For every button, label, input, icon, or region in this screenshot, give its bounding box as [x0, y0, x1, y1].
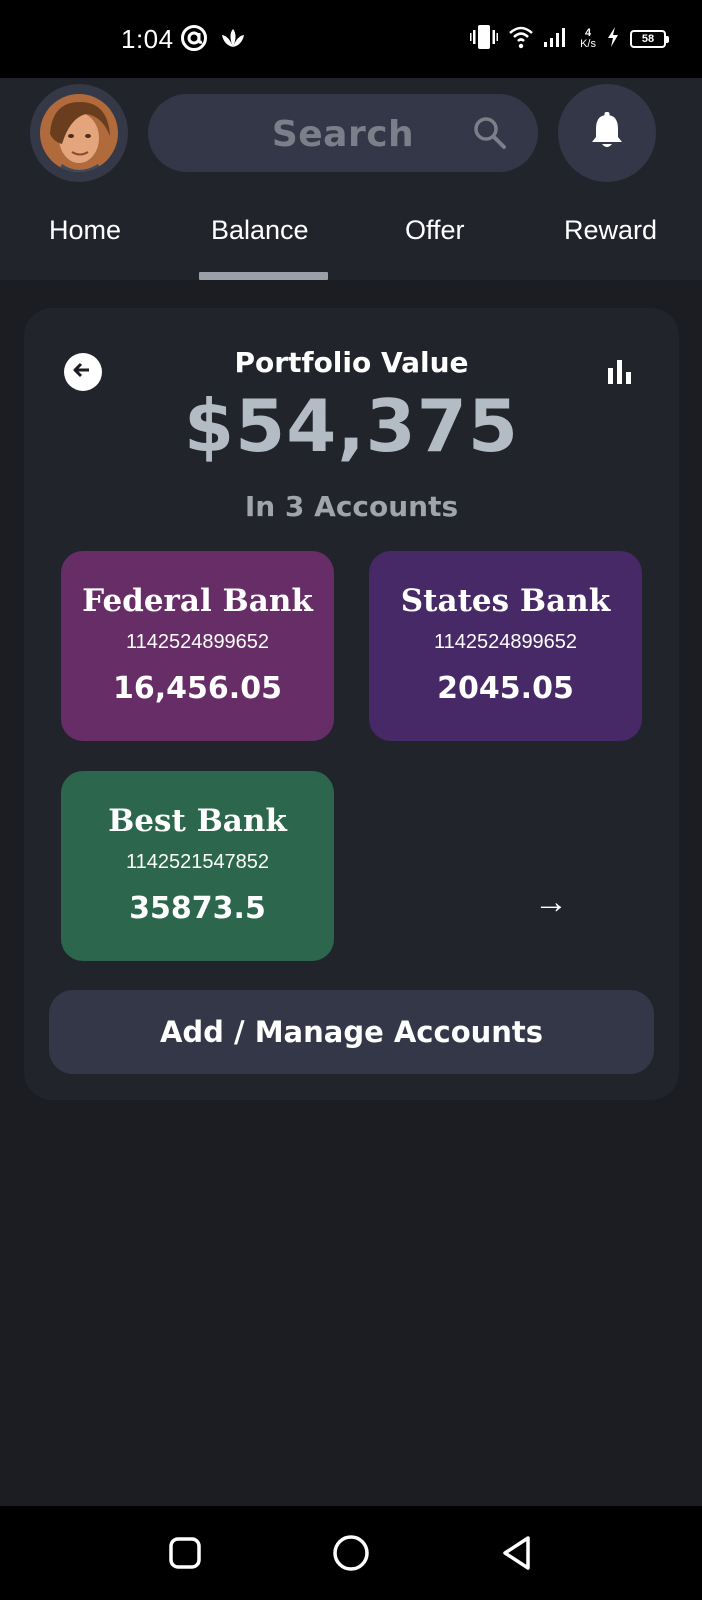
- search-icon[interactable]: [472, 115, 508, 156]
- arrow-right-icon[interactable]: →: [534, 883, 568, 922]
- status-right-group: 4 K/s 58: [470, 22, 669, 56]
- portfolio-label: Portfolio Value: [234, 346, 469, 379]
- avatar-image: [40, 94, 118, 172]
- tab-offer[interactable]: Offer: [405, 215, 465, 246]
- add-manage-accounts-label: Add / Manage Accounts: [159, 1015, 544, 1049]
- account-balance: 35873.5: [129, 891, 266, 926]
- bar-chart-icon[interactable]: [605, 356, 635, 391]
- account-name: Federal Bank: [82, 583, 313, 619]
- lotus-icon: [220, 27, 246, 56]
- signal-icon: [544, 26, 570, 53]
- tab-bar: Home Balance Offer Reward: [0, 211, 702, 267]
- system-nav-bar: [0, 1506, 702, 1600]
- net-speed: 4 K/s: [580, 28, 596, 50]
- tab-balance[interactable]: Balance: [211, 215, 309, 246]
- battery-icon: 58: [630, 30, 669, 48]
- home-circle-icon[interactable]: [332, 1534, 370, 1577]
- account-name: States Bank: [400, 583, 611, 619]
- notification-button[interactable]: [558, 84, 656, 182]
- account-card-states-bank[interactable]: States Bank 1142524899652 2045.05: [369, 551, 642, 741]
- wifi-icon: [508, 25, 534, 54]
- search-bar[interactable]: Search: [148, 94, 538, 172]
- portfolio-value: $54,375: [184, 384, 519, 468]
- at-sign-icon: [180, 24, 208, 57]
- vibrate-icon: [470, 24, 499, 55]
- account-balance: 2045.05: [437, 671, 574, 706]
- account-card-federal-bank[interactable]: Federal Bank 1142524899652 16,456.05: [61, 551, 334, 741]
- account-name: Best Bank: [108, 803, 287, 839]
- recent-apps-icon[interactable]: [168, 1536, 202, 1575]
- bell-icon: [590, 111, 624, 155]
- account-number: 1142521547852: [125, 851, 270, 873]
- net-speed-unit: K/s: [580, 38, 596, 50]
- app-header: Search Home Balance Offer Reward: [0, 78, 702, 280]
- status-bar: 1:04 4 K/s 58: [0, 0, 702, 78]
- charging-icon: [606, 26, 620, 53]
- account-card-best-bank[interactable]: Best Bank 1142521547852 35873.5: [61, 771, 334, 961]
- tab-home[interactable]: Home: [49, 215, 121, 246]
- account-number: 1142524899652: [433, 631, 578, 653]
- portfolio-subtitle: In 3 Accounts: [244, 490, 459, 523]
- add-manage-accounts-button[interactable]: Add / Manage Accounts: [49, 990, 654, 1074]
- tab-reward[interactable]: Reward: [564, 215, 657, 246]
- status-time: 1:04: [121, 24, 174, 54]
- active-tab-indicator: [199, 272, 328, 280]
- account-number: 1142524899652: [125, 631, 270, 653]
- portfolio-card: Portfolio Value $54,375 In 3 Accounts Fe…: [24, 308, 679, 1100]
- avatar[interactable]: [30, 84, 128, 182]
- back-triangle-icon[interactable]: [500, 1534, 534, 1577]
- account-balance: 16,456.05: [113, 671, 282, 706]
